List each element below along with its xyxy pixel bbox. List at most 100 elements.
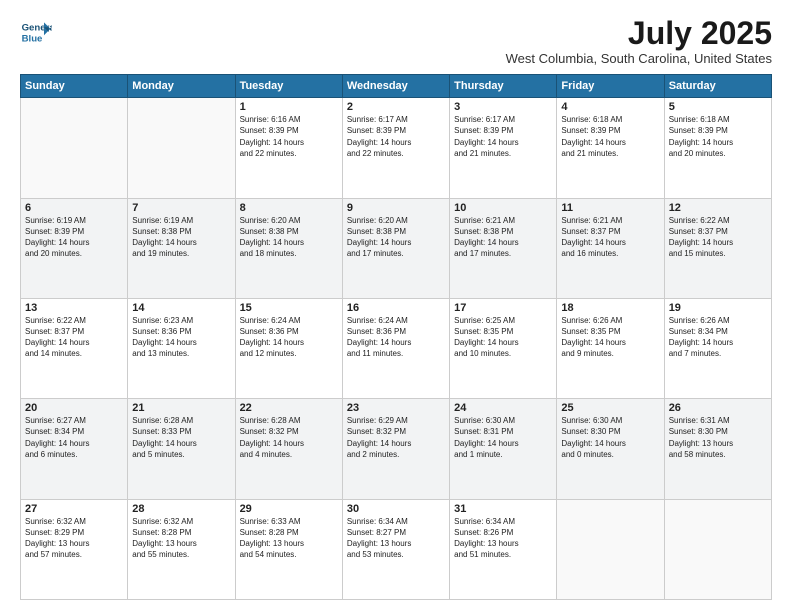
day-info: Sunrise: 6:29 AM Sunset: 8:32 PM Dayligh… bbox=[347, 415, 445, 460]
table-row bbox=[664, 499, 771, 599]
table-row: 21Sunrise: 6:28 AM Sunset: 8:33 PM Dayli… bbox=[128, 399, 235, 499]
day-info: Sunrise: 6:28 AM Sunset: 8:33 PM Dayligh… bbox=[132, 415, 230, 460]
day-info: Sunrise: 6:19 AM Sunset: 8:39 PM Dayligh… bbox=[25, 215, 123, 260]
table-row: 26Sunrise: 6:31 AM Sunset: 8:30 PM Dayli… bbox=[664, 399, 771, 499]
day-info: Sunrise: 6:18 AM Sunset: 8:39 PM Dayligh… bbox=[669, 114, 767, 159]
day-info: Sunrise: 6:26 AM Sunset: 8:35 PM Dayligh… bbox=[561, 315, 659, 360]
col-saturday: Saturday bbox=[664, 75, 771, 98]
table-row: 29Sunrise: 6:33 AM Sunset: 8:28 PM Dayli… bbox=[235, 499, 342, 599]
col-thursday: Thursday bbox=[450, 75, 557, 98]
day-info: Sunrise: 6:34 AM Sunset: 8:27 PM Dayligh… bbox=[347, 516, 445, 561]
col-wednesday: Wednesday bbox=[342, 75, 449, 98]
table-row: 7Sunrise: 6:19 AM Sunset: 8:38 PM Daylig… bbox=[128, 198, 235, 298]
table-row: 4Sunrise: 6:18 AM Sunset: 8:39 PM Daylig… bbox=[557, 98, 664, 198]
day-info: Sunrise: 6:23 AM Sunset: 8:36 PM Dayligh… bbox=[132, 315, 230, 360]
table-row: 20Sunrise: 6:27 AM Sunset: 8:34 PM Dayli… bbox=[21, 399, 128, 499]
day-info: Sunrise: 6:17 AM Sunset: 8:39 PM Dayligh… bbox=[347, 114, 445, 159]
day-info: Sunrise: 6:28 AM Sunset: 8:32 PM Dayligh… bbox=[240, 415, 338, 460]
calendar-table: Sunday Monday Tuesday Wednesday Thursday… bbox=[20, 74, 772, 600]
day-info: Sunrise: 6:32 AM Sunset: 8:29 PM Dayligh… bbox=[25, 516, 123, 561]
day-info: Sunrise: 6:22 AM Sunset: 8:37 PM Dayligh… bbox=[669, 215, 767, 260]
day-info: Sunrise: 6:20 AM Sunset: 8:38 PM Dayligh… bbox=[240, 215, 338, 260]
day-number: 31 bbox=[454, 503, 552, 515]
day-number: 25 bbox=[561, 402, 659, 414]
day-info: Sunrise: 6:24 AM Sunset: 8:36 PM Dayligh… bbox=[240, 315, 338, 360]
week-row-5: 27Sunrise: 6:32 AM Sunset: 8:29 PM Dayli… bbox=[21, 499, 772, 599]
day-number: 18 bbox=[561, 302, 659, 314]
table-row: 24Sunrise: 6:30 AM Sunset: 8:31 PM Dayli… bbox=[450, 399, 557, 499]
day-number: 29 bbox=[240, 503, 338, 515]
day-number: 10 bbox=[454, 202, 552, 214]
day-number: 27 bbox=[25, 503, 123, 515]
day-info: Sunrise: 6:32 AM Sunset: 8:28 PM Dayligh… bbox=[132, 516, 230, 561]
table-row: 18Sunrise: 6:26 AM Sunset: 8:35 PM Dayli… bbox=[557, 298, 664, 398]
table-row: 1Sunrise: 6:16 AM Sunset: 8:39 PM Daylig… bbox=[235, 98, 342, 198]
week-row-2: 6Sunrise: 6:19 AM Sunset: 8:39 PM Daylig… bbox=[21, 198, 772, 298]
col-monday: Monday bbox=[128, 75, 235, 98]
week-row-1: 1Sunrise: 6:16 AM Sunset: 8:39 PM Daylig… bbox=[21, 98, 772, 198]
day-info: Sunrise: 6:17 AM Sunset: 8:39 PM Dayligh… bbox=[454, 114, 552, 159]
table-row: 22Sunrise: 6:28 AM Sunset: 8:32 PM Dayli… bbox=[235, 399, 342, 499]
week-row-4: 20Sunrise: 6:27 AM Sunset: 8:34 PM Dayli… bbox=[21, 399, 772, 499]
day-info: Sunrise: 6:16 AM Sunset: 8:39 PM Dayligh… bbox=[240, 114, 338, 159]
day-number: 16 bbox=[347, 302, 445, 314]
day-number: 2 bbox=[347, 101, 445, 113]
day-info: Sunrise: 6:31 AM Sunset: 8:30 PM Dayligh… bbox=[669, 415, 767, 460]
day-info: Sunrise: 6:34 AM Sunset: 8:26 PM Dayligh… bbox=[454, 516, 552, 561]
table-row: 25Sunrise: 6:30 AM Sunset: 8:30 PM Dayli… bbox=[557, 399, 664, 499]
day-number: 4 bbox=[561, 101, 659, 113]
svg-text:Blue: Blue bbox=[22, 34, 43, 45]
day-info: Sunrise: 6:30 AM Sunset: 8:30 PM Dayligh… bbox=[561, 415, 659, 460]
day-info: Sunrise: 6:21 AM Sunset: 8:38 PM Dayligh… bbox=[454, 215, 552, 260]
day-info: Sunrise: 6:26 AM Sunset: 8:34 PM Dayligh… bbox=[669, 315, 767, 360]
table-row: 15Sunrise: 6:24 AM Sunset: 8:36 PM Dayli… bbox=[235, 298, 342, 398]
col-friday: Friday bbox=[557, 75, 664, 98]
day-number: 14 bbox=[132, 302, 230, 314]
header-row: Sunday Monday Tuesday Wednesday Thursday… bbox=[21, 75, 772, 98]
table-row: 14Sunrise: 6:23 AM Sunset: 8:36 PM Dayli… bbox=[128, 298, 235, 398]
header: General Blue July 2025 West Columbia, So… bbox=[20, 16, 772, 66]
day-info: Sunrise: 6:25 AM Sunset: 8:35 PM Dayligh… bbox=[454, 315, 552, 360]
col-tuesday: Tuesday bbox=[235, 75, 342, 98]
day-number: 28 bbox=[132, 503, 230, 515]
day-number: 17 bbox=[454, 302, 552, 314]
logo: General Blue bbox=[20, 16, 52, 48]
table-row: 2Sunrise: 6:17 AM Sunset: 8:39 PM Daylig… bbox=[342, 98, 449, 198]
day-info: Sunrise: 6:33 AM Sunset: 8:28 PM Dayligh… bbox=[240, 516, 338, 561]
day-number: 9 bbox=[347, 202, 445, 214]
day-info: Sunrise: 6:19 AM Sunset: 8:38 PM Dayligh… bbox=[132, 215, 230, 260]
day-number: 6 bbox=[25, 202, 123, 214]
table-row: 16Sunrise: 6:24 AM Sunset: 8:36 PM Dayli… bbox=[342, 298, 449, 398]
table-row: 13Sunrise: 6:22 AM Sunset: 8:37 PM Dayli… bbox=[21, 298, 128, 398]
day-info: Sunrise: 6:18 AM Sunset: 8:39 PM Dayligh… bbox=[561, 114, 659, 159]
day-number: 12 bbox=[669, 202, 767, 214]
table-row: 9Sunrise: 6:20 AM Sunset: 8:38 PM Daylig… bbox=[342, 198, 449, 298]
day-info: Sunrise: 6:22 AM Sunset: 8:37 PM Dayligh… bbox=[25, 315, 123, 360]
table-row: 30Sunrise: 6:34 AM Sunset: 8:27 PM Dayli… bbox=[342, 499, 449, 599]
day-info: Sunrise: 6:20 AM Sunset: 8:38 PM Dayligh… bbox=[347, 215, 445, 260]
week-row-3: 13Sunrise: 6:22 AM Sunset: 8:37 PM Dayli… bbox=[21, 298, 772, 398]
day-info: Sunrise: 6:21 AM Sunset: 8:37 PM Dayligh… bbox=[561, 215, 659, 260]
day-number: 21 bbox=[132, 402, 230, 414]
table-row: 5Sunrise: 6:18 AM Sunset: 8:39 PM Daylig… bbox=[664, 98, 771, 198]
day-info: Sunrise: 6:27 AM Sunset: 8:34 PM Dayligh… bbox=[25, 415, 123, 460]
table-row: 19Sunrise: 6:26 AM Sunset: 8:34 PM Dayli… bbox=[664, 298, 771, 398]
title-block: July 2025 West Columbia, South Carolina,… bbox=[506, 16, 772, 66]
day-number: 26 bbox=[669, 402, 767, 414]
table-row: 12Sunrise: 6:22 AM Sunset: 8:37 PM Dayli… bbox=[664, 198, 771, 298]
table-row: 3Sunrise: 6:17 AM Sunset: 8:39 PM Daylig… bbox=[450, 98, 557, 198]
day-number: 3 bbox=[454, 101, 552, 113]
day-number: 19 bbox=[669, 302, 767, 314]
table-row: 8Sunrise: 6:20 AM Sunset: 8:38 PM Daylig… bbox=[235, 198, 342, 298]
day-number: 1 bbox=[240, 101, 338, 113]
day-info: Sunrise: 6:30 AM Sunset: 8:31 PM Dayligh… bbox=[454, 415, 552, 460]
day-number: 20 bbox=[25, 402, 123, 414]
table-row: 31Sunrise: 6:34 AM Sunset: 8:26 PM Dayli… bbox=[450, 499, 557, 599]
logo-icon: General Blue bbox=[20, 16, 52, 48]
day-number: 8 bbox=[240, 202, 338, 214]
day-number: 15 bbox=[240, 302, 338, 314]
table-row: 11Sunrise: 6:21 AM Sunset: 8:37 PM Dayli… bbox=[557, 198, 664, 298]
table-row bbox=[128, 98, 235, 198]
table-row: 6Sunrise: 6:19 AM Sunset: 8:39 PM Daylig… bbox=[21, 198, 128, 298]
day-number: 22 bbox=[240, 402, 338, 414]
